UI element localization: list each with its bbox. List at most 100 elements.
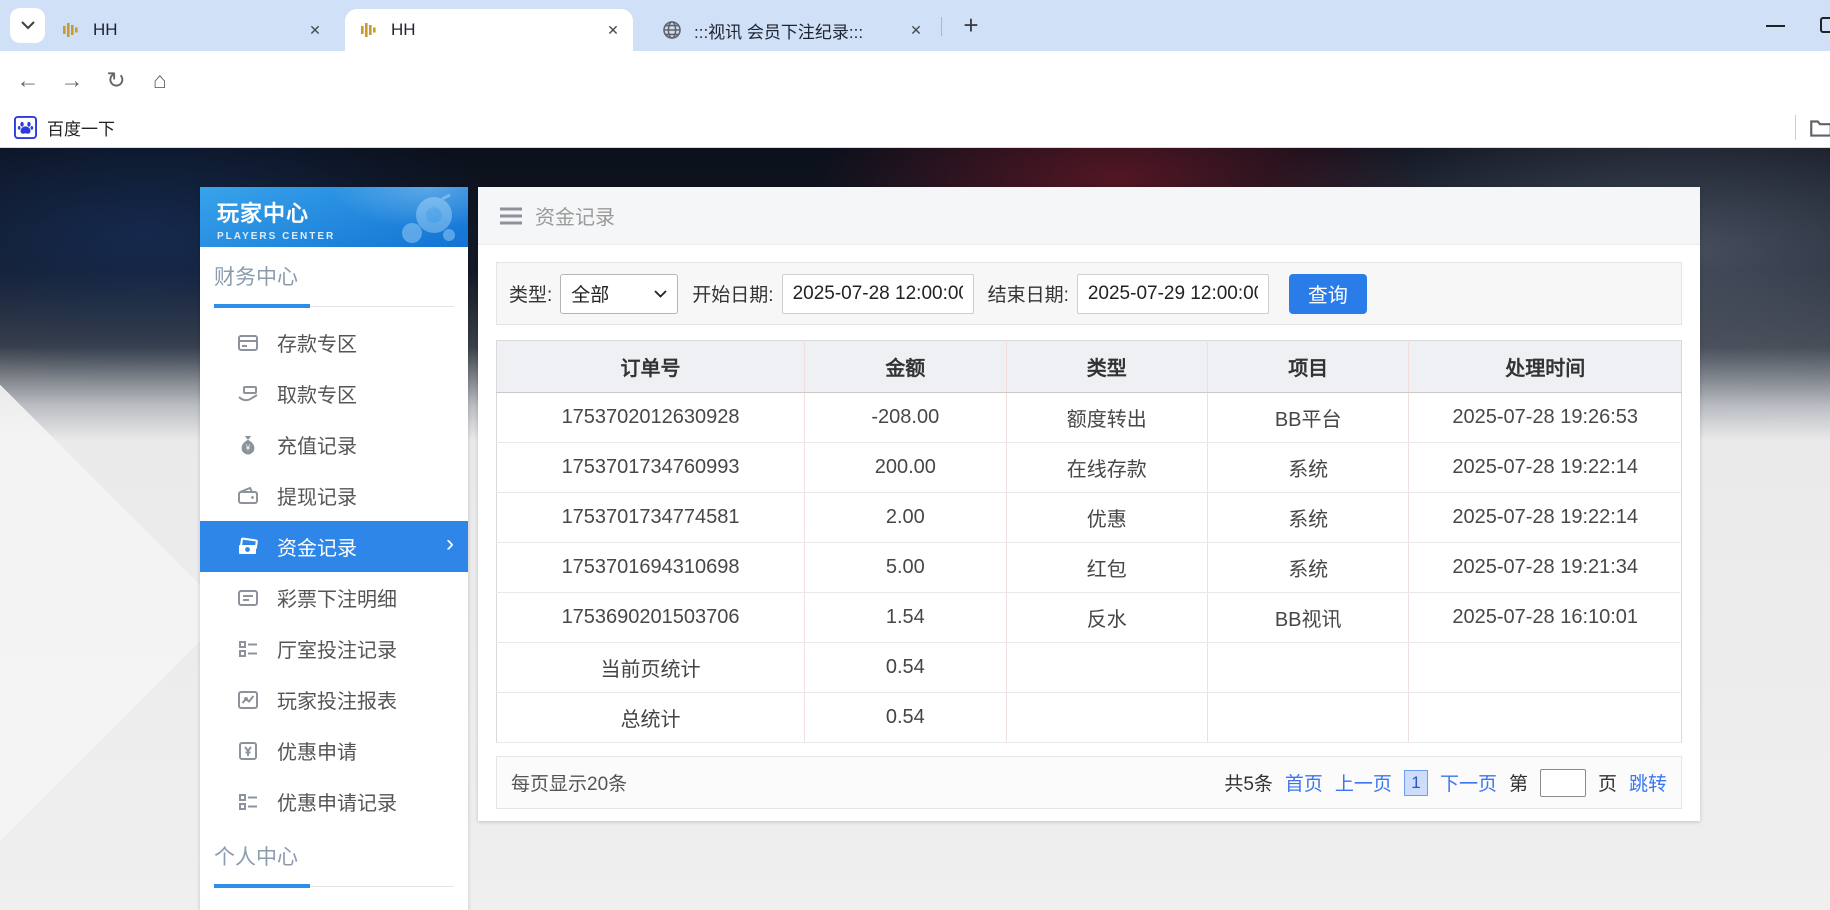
table-cell: -208.00 [805, 393, 1006, 443]
sidebar-item-promo-apply[interactable]: 优惠申请 [200, 725, 468, 776]
section-underline [214, 303, 454, 307]
table-cell: 1753701694310698 [497, 543, 805, 593]
page-jump-input[interactable] [1540, 769, 1586, 797]
window-maximize-button[interactable] [1820, 17, 1830, 33]
sidebar-item-label: 存款专区 [277, 328, 357, 357]
prev-page-link[interactable]: 上一页 [1335, 769, 1392, 796]
table-cell: 反水 [1006, 593, 1207, 643]
sidebar-item-label: 资金记录 [277, 532, 357, 561]
start-date-input[interactable] [782, 274, 974, 314]
table-cell: 在线存款 [1006, 443, 1207, 493]
table-cell: 当前页统计 [497, 643, 805, 693]
table-cell: 额度转出 [1006, 393, 1207, 443]
tab-close-icon[interactable]: ✕ [904, 18, 928, 42]
summary-row: 当前页统计0.54 [497, 643, 1682, 693]
summary-row: 总统计0.54 [497, 693, 1682, 743]
type-label: 类型: [509, 280, 552, 307]
table-cell: BB视讯 [1207, 593, 1408, 643]
search-button[interactable]: 查询 [1289, 274, 1367, 314]
next-page-link[interactable]: 下一页 [1440, 769, 1497, 796]
forward-button[interactable]: → [56, 64, 88, 96]
baidu-paw-icon [14, 116, 37, 139]
type-select-value: 全部 [571, 280, 609, 307]
tab-close-icon[interactable]: ✕ [601, 18, 625, 42]
column-header: 类型 [1006, 341, 1207, 393]
table-cell: BB平台 [1207, 393, 1408, 443]
sidebar-item-label: 充值记录 [277, 430, 357, 459]
browser-tab-1[interactable]: HH✕ [47, 9, 335, 51]
table-header-row: 订单号金额类型项目处理时间 [497, 341, 1682, 393]
browser-tab-3[interactable]: :::视讯 会员下注纪录:::✕ [648, 9, 936, 51]
start-date-label: 开始日期: [692, 280, 773, 307]
home-button[interactable]: ⌂ [144, 64, 176, 96]
table-cell: 0.54 [805, 693, 1006, 743]
table-cell [1006, 693, 1207, 743]
page-size-text: 每页显示20条 [511, 769, 627, 796]
hamburger-icon [500, 207, 522, 225]
wallet-icon [236, 484, 260, 508]
type-select[interactable]: 全部 [560, 274, 678, 314]
table-cell: 1753701734774581 [497, 493, 805, 543]
sidebar-menu: 财务中心存款专区取款专区¥充值记录提现记录资金记录›彩票下注明细厅室投注记录玩家… [200, 247, 468, 910]
table-cell: 2025-07-28 19:22:14 [1409, 443, 1682, 493]
tab-title: HH [93, 20, 303, 40]
back-button[interactable]: ← [12, 64, 44, 96]
table-cell: 系统 [1207, 443, 1408, 493]
table-cell: 优惠 [1006, 493, 1207, 543]
browser-tab-2[interactable]: HH✕ [345, 9, 633, 51]
table-cell: 系统 [1207, 493, 1408, 543]
sidebar-item-label: 厅室投注记录 [277, 634, 397, 663]
bookmarks-separator [1795, 115, 1796, 140]
sidebar-item-deposit-zone[interactable]: 存款专区 [200, 317, 468, 368]
sidebar-item-lottery-bet-details[interactable]: 彩票下注明细 [200, 572, 468, 623]
grid-list-icon [236, 790, 260, 814]
sidebar-item-funds-records[interactable]: 资金记录› [200, 521, 468, 572]
bookmarks-folder-icon[interactable] [1808, 115, 1830, 141]
sidebar-item-recharge-records[interactable]: ¥ 充值记录 [200, 419, 468, 470]
main-panel: 资金记录 类型: 全部 开始日期: 结束日期: 查询 订单号金额类型项目处理时间… [478, 187, 1700, 821]
bookmark-baidu[interactable]: 百度一下 [14, 113, 115, 142]
table-cell: 系统 [1207, 543, 1408, 593]
sidebar-item-withdraw-records[interactable]: 提现记录 [200, 470, 468, 521]
table-cell: 0.54 [805, 643, 1006, 693]
page-background: 玩家中心 PLAYERS CENTER 财务中心存款专区取款专区¥充值记录提现记… [0, 148, 1830, 910]
sidebar-item-label: 优惠申请记录 [277, 787, 397, 816]
sidebar-item-messages[interactable]: 消息公告 [200, 897, 468, 910]
table-row: 17536902015037061.54反水BB视讯2025-07-28 16:… [497, 593, 1682, 643]
first-page-link[interactable]: 首页 [1285, 769, 1323, 796]
tab-search-button[interactable] [10, 8, 45, 43]
browser-toolbar: ← → ↻ ⌂ mgm1065.com/hhcp/usercenter.html… [0, 51, 1830, 107]
jump-prefix-label: 第 [1509, 769, 1528, 796]
gamepad-icon [394, 193, 458, 245]
column-header: 处理时间 [1409, 341, 1682, 393]
grid-list-icon [236, 637, 260, 661]
table-cell: 5.00 [805, 543, 1006, 593]
filter-bar: 类型: 全部 开始日期: 结束日期: 查询 [496, 262, 1682, 325]
svg-text:¥: ¥ [245, 443, 251, 452]
current-page-badge[interactable]: 1 [1404, 770, 1428, 796]
bookmarks-bar: 百度一下 [0, 107, 1830, 148]
sidebar-item-label: 提现记录 [277, 481, 357, 510]
globe-favicon [662, 20, 682, 40]
list-icon [236, 586, 260, 610]
table-cell: 2.00 [805, 493, 1006, 543]
new-tab-button[interactable]: + [952, 6, 990, 44]
sidebar-item-player-bet-report[interactable]: 玩家投注报表 [200, 674, 468, 725]
tab-title: :::视讯 会员下注纪录::: [694, 18, 904, 43]
table-cell: 总统计 [497, 693, 805, 743]
chart-icon [236, 688, 260, 712]
sidebar-item-hall-bet-records[interactable]: 厅室投注记录 [200, 623, 468, 674]
sidebar-item-promo-apply-records[interactable]: 优惠申请记录 [200, 776, 468, 827]
jump-button[interactable]: 跳转 [1629, 769, 1667, 796]
page-title: 资金记录 [535, 201, 615, 230]
table-cell: 200.00 [805, 443, 1006, 493]
end-date-input[interactable] [1077, 274, 1269, 314]
tab-close-icon[interactable]: ✕ [303, 18, 327, 42]
withdraw-hand-icon [236, 382, 260, 406]
table-cell [1207, 643, 1408, 693]
reload-button[interactable]: ↻ [100, 64, 132, 96]
sidebar-item-withdraw-zone[interactable]: 取款专区 [200, 368, 468, 419]
table-cell: 2025-07-28 19:21:34 [1409, 543, 1682, 593]
sidebar-section-title: 个人中心 [214, 827, 454, 871]
window-minimize-button[interactable] [1766, 25, 1785, 27]
